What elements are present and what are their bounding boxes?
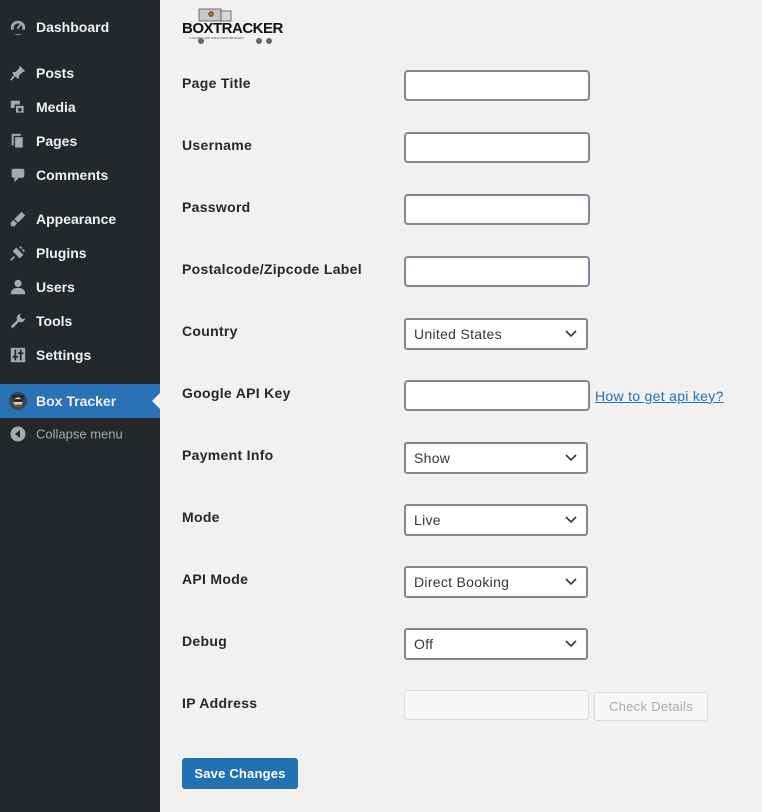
user-icon bbox=[8, 277, 28, 297]
api-key-help-link[interactable]: How to get api key? bbox=[595, 388, 724, 404]
dashboard-icon bbox=[8, 17, 28, 37]
payment-info-select[interactable]: Show bbox=[404, 442, 588, 474]
logo-wordmark: BOXTRACKER bbox=[182, 20, 283, 37]
sidebar-item-dashboard[interactable]: Dashboard bbox=[0, 10, 160, 44]
google-api-key-label: Google API Key bbox=[182, 385, 291, 401]
chevron-down-icon bbox=[565, 578, 577, 586]
mode-label: Mode bbox=[182, 509, 220, 525]
sidebar-item-label: Pages bbox=[36, 133, 78, 149]
postal-label-label: Postalcode/Zipcode Label bbox=[182, 261, 362, 277]
pin-icon bbox=[8, 63, 28, 83]
mode-select-value: Live bbox=[414, 512, 441, 528]
chevron-down-icon bbox=[565, 640, 577, 648]
username-input[interactable] bbox=[404, 132, 590, 163]
sidebar-item-media[interactable]: Media bbox=[0, 90, 160, 124]
sidebar-item-comments[interactable]: Comments bbox=[0, 158, 160, 192]
plugin-icon bbox=[8, 243, 28, 263]
settings-main: BOXTRACKER A GLOBAL APP SOLUTIONS PRODUC… bbox=[160, 0, 762, 812]
username-label: Username bbox=[182, 137, 253, 153]
collapse-menu-label: Collapse menu bbox=[36, 426, 123, 442]
brush-icon bbox=[8, 209, 28, 229]
sidebar-item-plugins[interactable]: Plugins bbox=[0, 236, 160, 270]
password-input[interactable] bbox=[404, 194, 590, 225]
country-label: Country bbox=[182, 323, 238, 339]
sidebar-item-label: Comments bbox=[36, 167, 109, 183]
postal-label-input[interactable] bbox=[404, 256, 590, 287]
country-select[interactable]: United States bbox=[404, 318, 588, 350]
box-tracker-avatar-icon bbox=[8, 391, 28, 411]
sidebar-item-label: Appearance bbox=[36, 211, 117, 227]
google-api-key-input[interactable] bbox=[404, 380, 590, 411]
sidebar-item-tools[interactable]: Tools bbox=[0, 304, 160, 338]
sidebar-item-label: Users bbox=[36, 279, 75, 295]
media-icon bbox=[8, 97, 28, 117]
settings-icon bbox=[8, 345, 28, 365]
sidebar-item-pages[interactable]: Pages bbox=[0, 124, 160, 158]
api-mode-label: API Mode bbox=[182, 571, 249, 587]
logo-tagline: A GLOBAL APP SOLUTIONS PRODUCT bbox=[189, 36, 244, 40]
debug-select[interactable]: Off bbox=[404, 628, 588, 660]
chevron-down-icon bbox=[565, 454, 577, 462]
sidebar-item-label: Box Tracker bbox=[36, 393, 117, 409]
collapse-menu-button[interactable]: Collapse menu bbox=[0, 417, 160, 451]
boxtracker-logo: BOXTRACKER A GLOBAL APP SOLUTIONS PRODUC… bbox=[181, 7, 284, 45]
debug-label: Debug bbox=[182, 633, 228, 649]
sidebar-item-label: Plugins bbox=[36, 245, 87, 261]
admin-sidebar: Dashboard Posts Media Pages Comments App… bbox=[0, 0, 160, 812]
wrench-icon bbox=[8, 311, 28, 331]
sidebar-item-label: Dashboard bbox=[36, 19, 110, 35]
payment-info-label: Payment Info bbox=[182, 447, 274, 463]
sidebar-item-label: Posts bbox=[36, 65, 75, 81]
save-changes-button[interactable]: Save Changes bbox=[182, 758, 298, 789]
sidebar-item-label: Media bbox=[36, 99, 76, 115]
chevron-down-icon bbox=[565, 516, 577, 524]
check-details-button[interactable]: Check Details bbox=[594, 692, 708, 721]
password-label: Password bbox=[182, 199, 251, 215]
sidebar-item-posts[interactable]: Posts bbox=[0, 56, 160, 90]
ip-address-label: IP Address bbox=[182, 695, 258, 711]
sidebar-item-settings[interactable]: Settings bbox=[0, 338, 160, 372]
country-select-value: United States bbox=[414, 326, 502, 342]
sidebar-item-label: Tools bbox=[36, 313, 73, 329]
pages-icon bbox=[8, 131, 28, 151]
debug-select-value: Off bbox=[414, 636, 434, 652]
sidebar-item-users[interactable]: Users bbox=[0, 270, 160, 304]
api-mode-select-value: Direct Booking bbox=[414, 574, 510, 590]
sidebar-item-appearance[interactable]: Appearance bbox=[0, 202, 160, 236]
collapse-arrow-icon bbox=[8, 424, 28, 444]
payment-info-select-value: Show bbox=[414, 450, 451, 466]
api-mode-select[interactable]: Direct Booking bbox=[404, 566, 588, 598]
ip-address-input bbox=[404, 690, 589, 720]
comment-icon bbox=[8, 165, 28, 185]
sidebar-item-label: Settings bbox=[36, 347, 92, 363]
page-title-input[interactable] bbox=[404, 70, 590, 101]
mode-select[interactable]: Live bbox=[404, 504, 588, 536]
page-title-label: Page Title bbox=[182, 75, 251, 91]
sidebar-item-box-tracker[interactable]: Box Tracker bbox=[0, 384, 160, 418]
chevron-down-icon bbox=[565, 330, 577, 338]
